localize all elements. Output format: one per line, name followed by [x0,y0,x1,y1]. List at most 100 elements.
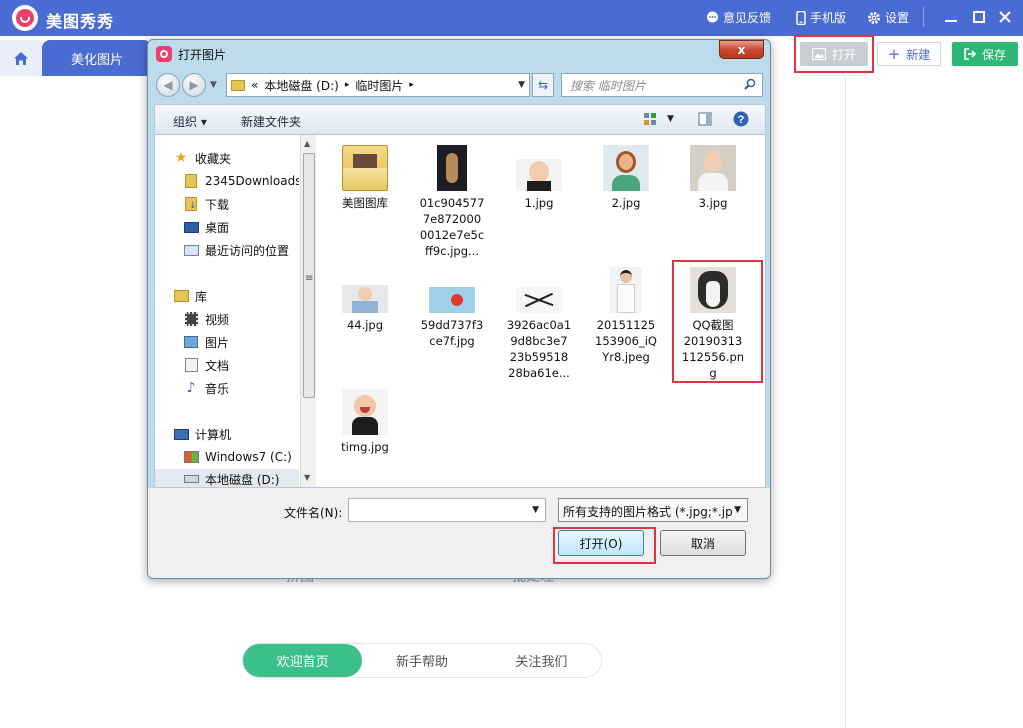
folder-icon [231,79,245,91]
file-type-select[interactable]: 所有支持的图片格式 (*.jpg;*.jp ▼ [558,498,748,522]
close-button[interactable] [996,8,1014,26]
nav-2345downloads[interactable]: 2345Downloads [155,171,299,191]
nav-recent-label: 最近访问的位置 [205,243,290,258]
file-name: 2.jpg [611,196,641,210]
file-name-line: 0012e7e5c [419,228,485,242]
settings-label: 设置 [885,11,910,25]
folder-icon [342,145,388,191]
picture-icon [183,335,199,349]
refresh-button[interactable]: ⇆ [532,73,554,97]
maximize-button[interactable] [970,8,988,26]
nav-drive-d[interactable]: 本地磁盘 (D:) [155,469,299,487]
tab-help[interactable]: 新手帮助 [362,644,481,677]
app-titlebar: 美图秀秀 意见反馈 手机版 设置 [0,0,1023,36]
nav-scrollbar[interactable]: ▲ ≡ ▼ [300,135,316,487]
nav-desktop[interactable]: 桌面 [155,217,299,237]
save-button-label: 保存 [981,47,1006,62]
selected-file-highlight [672,260,763,383]
save-button[interactable]: 保存 [952,42,1018,66]
nav-pictures-label: 图片 [205,335,230,350]
photo-thumbnail [437,145,467,191]
filename-dropdown-icon[interactable]: ▼ [532,505,539,515]
nav-downloads[interactable]: ↓ 下载 [155,194,299,214]
nav-pictures[interactable]: 图片 [155,332,299,352]
filename-input[interactable]: ▼ [348,498,546,522]
file-name: 3.jpg [698,196,728,210]
nav-drive-c[interactable]: Windows7 (C:) [155,447,299,467]
new-button[interactable]: + 新建 [877,42,941,66]
nav-favorites[interactable]: ★ 收藏夹 [155,148,299,168]
scroll-down-icon[interactable]: ▼ [304,473,310,482]
dialog-close-button[interactable]: x [719,40,764,59]
help-icon[interactable]: ? [733,111,749,127]
photo-thumbnail [429,287,475,313]
close-icon: x [737,42,746,57]
breadcrumb-overflow[interactable]: « [251,78,258,92]
minimize-button[interactable] [942,8,960,26]
organize-button[interactable]: 组织 ▾ [173,113,207,130]
scroll-grip-icon: ≡ [305,273,314,284]
scroll-up-icon[interactable]: ▲ [304,139,310,148]
file-name-line: 20151125 [596,318,656,332]
forward-button[interactable]: ▶ [182,73,206,97]
nav-recent[interactable]: 最近访问的位置 [155,240,299,260]
nav-desktop-label: 桌面 [205,220,230,235]
breadcrumb-folder[interactable]: 临时图片 [355,77,403,94]
nav-videos[interactable]: 视频 [155,309,299,329]
nav-downloads-label: 下载 [205,197,230,212]
view-grid-icon[interactable] [643,112,657,126]
file-name-line: 28ba61e... [508,366,570,380]
file-item[interactable]: 3926ac0a1 9d8bc3e7 23b59518 28ba61e... [499,267,579,381]
file-name-line: 9d8bc3e7 [510,334,568,348]
view-dropdown-icon[interactable]: ▼ [667,114,674,124]
file-item[interactable]: 20151125 153906_iQ Yr8.jpeg [586,267,666,365]
nav-computer[interactable]: 计算机 [155,424,299,444]
file-item[interactable]: 59dd737f3 ce7f.jpg [412,267,492,349]
mobile-button[interactable]: 手机版 [796,9,846,26]
nav-music[interactable]: ♪ 音乐 [155,378,299,398]
new-folder-button[interactable]: 新建文件夹 [241,113,301,130]
file-item[interactable]: 1.jpg [499,145,579,211]
open-button-highlight [794,35,874,73]
search-input[interactable]: 搜索 临时图片 [561,73,763,97]
address-bar[interactable]: « 本地磁盘 (D:) ▸ 临时图片 ▸ ▼ [226,73,530,97]
photo-thumbnail [516,287,562,313]
tab-follow[interactable]: 关注我们 [482,644,601,677]
file-item[interactable]: 3.jpg [673,145,753,211]
file-item[interactable]: 美图图库 [325,145,405,211]
windows-drive-icon [183,450,199,464]
file-name-line: 3926ac0a1 [506,318,572,332]
video-icon [183,312,199,326]
photo-thumbnail [342,389,388,435]
nav-libraries[interactable]: 库 [155,286,299,306]
breadcrumb-drive[interactable]: 本地磁盘 (D:) [264,77,338,94]
tab-welcome[interactable]: 欢迎首页 [243,644,363,677]
file-item[interactable]: 44.jpg [325,267,405,333]
file-item[interactable]: 01c904577 7e872000 0012e7e5c ff9c.jpg... [412,145,492,259]
file-item[interactable]: timg.jpg [325,389,405,455]
photo-thumbnail [342,285,388,313]
side-panel [845,76,1023,728]
tab-beautify[interactable]: 美化图片 [42,40,152,76]
file-item[interactable]: 2.jpg [586,145,666,211]
preview-pane-icon[interactable] [698,112,712,126]
feedback-button[interactable]: 意见反馈 [706,9,771,26]
dialog-cancel-button[interactable]: 取消 [660,530,746,556]
file-name: 1.jpg [524,196,554,210]
history-dropdown-icon[interactable]: ▼ [210,80,217,90]
nav-2345downloads-label: 2345Downloads [205,174,299,188]
nav-drive-c-label: Windows7 (C:) [205,450,292,464]
settings-button[interactable]: 设置 [867,9,909,26]
file-name-line: ce7f.jpg [429,334,475,348]
nav-documents[interactable]: 文档 [155,355,299,375]
close-icon [999,11,1011,23]
nav-drive-d-label: 本地磁盘 (D:) [205,472,280,487]
filename-label: 文件名(N): [284,506,343,520]
home-tab[interactable] [0,40,42,76]
back-button[interactable]: ◀ [156,73,180,97]
search-icon[interactable] [744,78,756,90]
address-dropdown-icon[interactable]: ▼ [518,80,525,90]
breadcrumb-separator[interactable]: ▸ [345,80,350,90]
breadcrumb-separator-2[interactable]: ▸ [409,80,414,90]
phone-icon [796,10,806,25]
